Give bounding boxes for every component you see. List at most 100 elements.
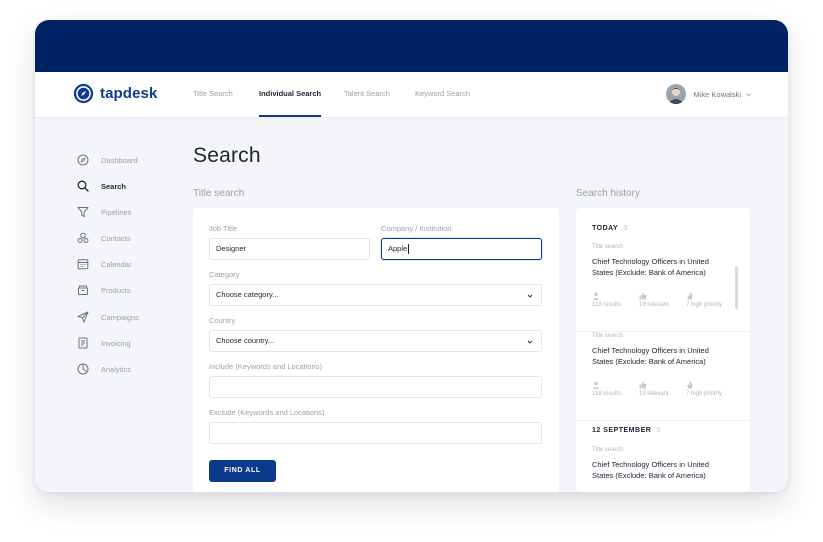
sidebar-item-label: Dashboard — [101, 155, 138, 165]
history-group-heading: TODAY 3 — [592, 225, 628, 232]
sidebar-item-label: Pipelines — [101, 207, 132, 217]
sidebar-item-label: Campaigns — [101, 312, 139, 322]
send-icon — [77, 311, 89, 323]
sidebar-item-contacts[interactable]: Contacts — [77, 231, 131, 245]
sidebar-item-label: Calendar — [101, 259, 132, 269]
user-name: Mike Kowalski — [693, 89, 741, 99]
relevant-count: 19 relevant — [639, 302, 669, 308]
country-label: Country — [209, 316, 236, 325]
page-title: Search — [193, 144, 261, 167]
country-select[interactable]: Choose country... — [209, 330, 542, 352]
search-icon — [77, 180, 89, 192]
tab-individual-search[interactable]: Individual Search — [259, 72, 322, 117]
sidebar-item-calendar[interactable]: Calendar — [77, 257, 131, 271]
entry-type: Title search — [592, 244, 623, 250]
entry-title: Chief Technology Officers in United Stat… — [592, 346, 709, 366]
relevant-count: 19 relevant — [639, 391, 669, 397]
entry-type: Title search — [592, 447, 623, 453]
chevron-down-icon — [527, 340, 533, 344]
chevron-down-icon — [746, 92, 751, 96]
priority-count: 7 high priority — [686, 391, 723, 397]
compass-logo-icon — [73, 83, 94, 104]
chevron-down-icon — [527, 294, 533, 298]
top-navbar: tapdesk Title Search Individual Search T… — [35, 72, 788, 117]
group-title: 12 SEPTEMBER — [592, 427, 652, 434]
contacts-icon — [77, 232, 89, 243]
priority-count: 7 high priority — [686, 302, 723, 308]
compass-icon — [77, 154, 89, 166]
category-value: Choose category... — [216, 290, 279, 299]
sidebar-item-label: Invoicing — [101, 338, 131, 348]
title-search-heading: Title search — [193, 188, 245, 199]
company-label: Company / Institution — [381, 224, 452, 233]
sidebar-item-label: Contacts — [101, 233, 131, 243]
results-count: 118 results — [592, 302, 621, 308]
calendar-icon — [77, 259, 89, 270]
sidebar-item-label: Products — [101, 285, 131, 295]
history-group-heading: 12 SEPTEMBER 3 — [592, 427, 661, 434]
results-stat: 118 results — [592, 292, 642, 308]
entry-type: Title search — [592, 333, 623, 339]
results-stat: 118 results — [592, 381, 642, 397]
priority-stat: 7 high priority — [686, 381, 736, 397]
person-icon — [592, 381, 600, 389]
app-window: tapdesk Title Search Individual Search T… — [35, 20, 788, 492]
thumbs-up-icon — [639, 292, 647, 300]
company-value: Apple — [388, 244, 408, 253]
history-entry[interactable]: Title search Chief Technology Officers i… — [576, 333, 750, 421]
include-label: Include (Keywords and Locations) — [209, 362, 322, 371]
search-history-panel: TODAY 3 Title search Chief Technology Off… — [576, 208, 750, 492]
category-select[interactable]: Choose category... — [209, 284, 542, 306]
category-label: Category — [209, 270, 240, 279]
include-input[interactable] — [209, 376, 542, 398]
text-caret — [408, 244, 410, 255]
group-count: 3 — [656, 427, 661, 434]
user-avatar — [666, 84, 687, 104]
flame-icon — [687, 292, 693, 300]
priority-stat: 7 high priority — [686, 292, 736, 308]
tab-talent-search[interactable]: Talent Search — [344, 72, 390, 117]
sidebar-item-campaigns[interactable]: Campaigns — [77, 310, 139, 324]
relevant-stat: 19 relevant — [639, 381, 689, 397]
sidebar-item-label: Search — [101, 181, 127, 191]
funnel-icon — [77, 207, 89, 217]
sidebar-item-label: Analytics — [101, 364, 132, 374]
tab-title-search[interactable]: Title Search — [193, 72, 233, 117]
relevant-stat: 19 relevant — [639, 292, 689, 308]
document-icon — [78, 337, 88, 349]
box-icon — [78, 285, 88, 295]
job-title-value: Designer — [216, 244, 247, 253]
sidebar-item-products[interactable]: Products — [77, 283, 131, 297]
exclude-input[interactable] — [209, 422, 542, 444]
title-search-form: Job Title Designer Company / Institution… — [193, 208, 559, 492]
pie-chart-icon — [77, 363, 89, 375]
sidebar-item-invoicing[interactable]: Invoicing — [77, 336, 131, 350]
search-history-heading: Search history — [576, 188, 640, 199]
header-band — [35, 20, 788, 72]
sidebar-item-dashboard[interactable]: Dashboard — [77, 153, 138, 167]
history-entry[interactable]: Title search Chief Technology Officers i… — [576, 447, 750, 492]
exclude-label: Exclude (Keywords and Locations) — [209, 408, 325, 417]
history-entry[interactable]: Title search Chief Technology Officers i… — [576, 244, 750, 332]
find-all-button[interactable]: FIND ALL — [209, 460, 276, 482]
user-menu[interactable]: Mike Kowalski — [666, 84, 752, 104]
sidebar-item-pipelines[interactable]: Pipelines — [77, 205, 131, 219]
flame-icon — [687, 381, 693, 389]
person-icon — [592, 292, 600, 300]
group-count: 3 — [623, 225, 628, 232]
job-title-label: Job Title — [209, 224, 237, 233]
entry-title: Chief Technology Officers in United Stat… — [592, 257, 709, 277]
sidebar-item-analytics[interactable]: Analytics — [77, 362, 131, 376]
brand-name: tapdesk — [100, 85, 158, 102]
tab-keyword-search[interactable]: Keyword Search — [415, 72, 470, 117]
job-title-input[interactable]: Designer — [209, 238, 370, 260]
company-input[interactable]: Apple — [381, 238, 542, 260]
thumbs-up-icon — [639, 381, 647, 389]
entry-title: Chief Technology Officers in United Stat… — [592, 460, 709, 480]
country-value: Choose country... — [216, 336, 275, 345]
brand-logo[interactable]: tapdesk — [73, 83, 157, 104]
history-scrollbar[interactable] — [735, 266, 738, 309]
results-count: 118 results — [592, 391, 621, 397]
group-title: TODAY — [592, 225, 619, 232]
sidebar-item-search[interactable]: Search — [77, 179, 126, 193]
